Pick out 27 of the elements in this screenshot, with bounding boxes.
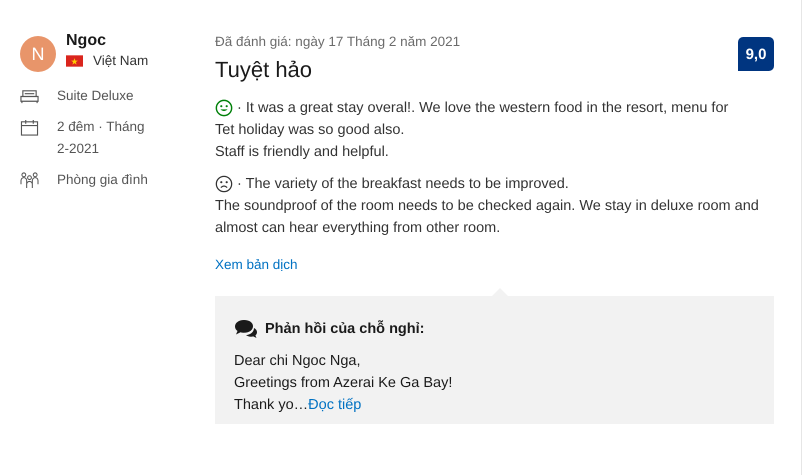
flag-icon — [66, 54, 83, 66]
review-text: Staff is friendly and helpful. — [215, 143, 389, 162]
translate-link[interactable]: Xem bản dịch — [215, 257, 298, 272]
stay-detail: Suite Deluxe — [57, 87, 135, 105]
country-name: Việt Nam — [93, 53, 148, 68]
reply-text: Greetings from Azerai Ke Ga Bay! — [234, 375, 452, 391]
calendar-icon — [20, 119, 39, 136]
score-badge: 9,0 — [738, 37, 774, 71]
chat-bubbles-icon — [234, 319, 258, 339]
review-text: The soundproof of the room needs to be checked again. We stay in deluxe room and almost can hear everything from other room. — [215, 197, 760, 238]
stay-detail: Phòng gia đình — [57, 171, 149, 189]
review-text: · The variety of the breakfast needs to be improved. — [237, 175, 569, 194]
reply-text: Thank yo… — [234, 397, 308, 413]
sad-face-icon — [215, 175, 233, 193]
reply-text: Dear chi Ngoc Nga, — [234, 353, 361, 369]
reply-heading: Phản hồi của chỗ nghỉ: — [265, 319, 424, 339]
review-text: · It was a great stay overal!. We love the western food in the resort, menu for — [237, 99, 728, 118]
read-more-link[interactable]: Đọc tiếp — [308, 397, 362, 413]
stay-detail: 2 đêm · Tháng 2-2021 — [57, 118, 146, 158]
reviewer-name: Ngoc — [66, 32, 107, 50]
people-icon — [20, 172, 39, 189]
avatar: N — [20, 36, 56, 72]
bed-icon — [20, 88, 39, 105]
review-text: Tet holiday was so good also. — [215, 121, 404, 140]
review-title: Tuyệt hảo — [215, 57, 314, 83]
review-date: Đã đánh giá: ngày 17 Tháng 2 năm 2021 — [215, 34, 460, 49]
smiley-icon — [215, 99, 233, 117]
